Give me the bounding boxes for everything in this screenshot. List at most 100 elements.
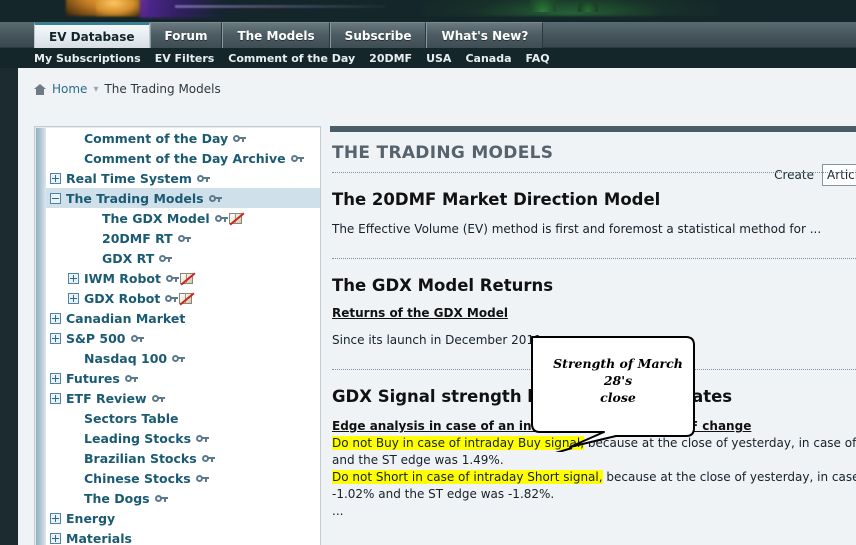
expand-icon[interactable] [50, 512, 61, 524]
sidebar-item-gdx-rt[interactable]: GDX RT [46, 248, 320, 268]
sidebar-item-etf-review[interactable]: ETF Review [46, 388, 320, 408]
sidebar-item-comment-of-the-day-archive[interactable]: Comment of the Day Archive [46, 148, 320, 168]
edge-line-3: Do not Short in case of intraday Short s… [330, 469, 856, 486]
banner-art-green [420, 0, 720, 16]
key-icon [196, 174, 210, 183]
collapse-icon[interactable] [50, 192, 61, 204]
tab-what-s-new[interactable]: What's New? [426, 22, 544, 48]
key-icon [154, 494, 168, 503]
sidebar-item-label: The Trading Models [66, 190, 204, 206]
sidebar-scrollbar[interactable] [36, 128, 46, 545]
key-icon [165, 294, 179, 303]
tab-the-models[interactable]: The Models [222, 22, 330, 48]
no-book-icon [228, 211, 245, 226]
subnav-item-comment-of-the-day[interactable]: Comment of the Day [228, 52, 355, 65]
sidebar-item-gdx-robot[interactable]: GDX Robot [46, 288, 320, 308]
sidebar-item-label: ETF Review [66, 390, 147, 406]
key-icon [165, 274, 179, 283]
sidebar-item-label: S&P 500 [66, 330, 126, 346]
section-body-gdx-returns: Since its launch in December 2011, as o [332, 333, 575, 347]
sidebar-item-leading-stocks[interactable]: Leading Stocks [46, 428, 320, 448]
breadcrumb: Home ▾ The Trading Models [18, 78, 221, 100]
key-icon [172, 354, 186, 363]
tab-forum[interactable]: Forum [149, 22, 223, 48]
subnav-item-faq[interactable]: FAQ [526, 52, 550, 65]
returns-of-gdx-model-link[interactable]: Returns of the GDX Model [330, 295, 856, 320]
edge-line-5: ... [332, 504, 344, 518]
primary-tab-bar: EV Database Forum The Models Subscribe What'… [0, 22, 856, 48]
section-body-20dmf: The Effective Volume (EV) method is firs… [332, 222, 822, 236]
key-icon [214, 214, 228, 223]
edge-line-1-highlight: Do not Buy in case of intraday Buy signa… [332, 436, 585, 450]
sidebar-item-label: Nasdaq 100 [84, 350, 168, 366]
banner-art-tree [530, 0, 556, 12]
sidebar-item-the-gdx-model[interactable]: The GDX Model [46, 208, 320, 228]
edge-line-1: Do not Buy in case of intraday Buy signa… [330, 433, 856, 452]
edge-line-1-rest: because at the close of yesterday, in ca… [587, 436, 856, 450]
sidebar-item-futures[interactable]: Futures [46, 368, 320, 388]
sidebar-item-the-dogs[interactable]: The Dogs [46, 488, 320, 508]
sidebar-item-real-time-system[interactable]: Real Time System [46, 168, 320, 188]
sidebar-item-brazilian-stocks[interactable]: Brazilian Stocks [46, 448, 320, 468]
sidebar-item-canadian-market[interactable]: Canadian Market [46, 308, 320, 328]
sidebar-item-label: The GDX Model [102, 210, 210, 226]
subnav-item-ev-filters[interactable]: EV Filters [155, 52, 215, 65]
sidebar-item-chinese-stocks[interactable]: Chinese Stocks [46, 468, 320, 488]
sidebar-item-the-trading-models[interactable]: The Trading Models [46, 188, 320, 208]
page-body: Home ▾ The Trading Models Create Article… [18, 68, 856, 545]
sidebar-item-label: GDX Robot [84, 290, 161, 306]
key-icon [196, 434, 210, 443]
subnav-item-my-subscriptions[interactable]: My Subscriptions [34, 52, 141, 65]
sidebar-item-label: Materials [66, 530, 132, 545]
sidebar-item-20dmf-rt[interactable]: 20DMF RT [46, 228, 320, 248]
sidebar-item-label: Real Time System [66, 170, 192, 186]
primary-tabs: EV Database Forum The Models Subscribe What'… [34, 22, 544, 48]
sidebar-item-label: IWM Robot [84, 270, 161, 286]
sidebar-item-label: Canadian Market [66, 310, 186, 326]
expand-icon[interactable] [50, 392, 61, 404]
expand-icon[interactable] [50, 532, 61, 544]
section-title-20dmf: The 20DMF Market Direction Model [332, 190, 661, 209]
home-icon [34, 83, 46, 95]
expand-icon[interactable] [50, 172, 61, 184]
tab-subscribe[interactable]: Subscribe [329, 22, 427, 48]
sidebar-item-label: The Dogs [84, 490, 150, 506]
subnav-item-canada[interactable]: Canada [465, 52, 511, 65]
key-icon [195, 474, 209, 483]
banner-art-streak [175, 5, 385, 8]
expand-icon[interactable] [50, 372, 61, 384]
key-icon [201, 454, 215, 463]
tab-ev-database[interactable]: EV Database [34, 22, 150, 48]
key-icon [130, 334, 144, 343]
breadcrumb-home-link[interactable]: Home [52, 82, 87, 96]
sidebar-panel: Comment of the Day Comment of the Day Arc… [34, 126, 321, 545]
sidebar-item-iwm-robot[interactable]: IWM Robot [46, 268, 320, 288]
expand-icon[interactable] [68, 292, 79, 304]
section-title-gdx-returns: The GDX Model Returns [332, 276, 554, 295]
breadcrumb-separator-icon: ▾ [93, 83, 99, 95]
sidebar-item-sectors-table[interactable]: Sectors Table [46, 408, 320, 428]
sidebar-item-materials[interactable]: Materials [46, 528, 320, 545]
key-icon [208, 194, 222, 203]
sidebar-item-label: 20DMF RT [102, 230, 173, 246]
sidebar-item-label: Comment of the Day Archive [84, 150, 286, 166]
banner-art-tree-small [578, 1, 598, 12]
sidebar-item-label: Energy [66, 510, 116, 526]
sidebar-item-label: Futures [66, 370, 120, 386]
key-icon [159, 254, 173, 263]
sidebar-item-s-p-500[interactable]: S&P 500 [46, 328, 320, 348]
expand-icon[interactable] [50, 332, 61, 344]
expand-icon[interactable] [68, 272, 79, 284]
edge-analysis-subheading: Edge analysis in case of an intraday rea… [332, 419, 752, 433]
edge-line-2: and the ST edge was 1.49%. [332, 453, 504, 467]
sidebar-item-label: Leading Stocks [84, 430, 192, 446]
sidebar-nav-list: Comment of the Day Comment of the Day Arc… [46, 128, 320, 545]
main-content: THE TRADING MODELS The 20DMF Market Dire… [330, 126, 856, 545]
sidebar-item-energy[interactable]: Energy [46, 508, 320, 528]
subnav-item-usa[interactable]: USA [426, 52, 451, 65]
sidebar-item-nasdaq-100[interactable]: Nasdaq 100 [46, 348, 320, 368]
subnav-item-20dmf[interactable]: 20DMF [369, 52, 412, 65]
sidebar-item-label: Sectors Table [84, 410, 179, 426]
expand-icon[interactable] [50, 312, 61, 324]
sidebar-item-comment-of-the-day[interactable]: Comment of the Day [46, 128, 320, 148]
